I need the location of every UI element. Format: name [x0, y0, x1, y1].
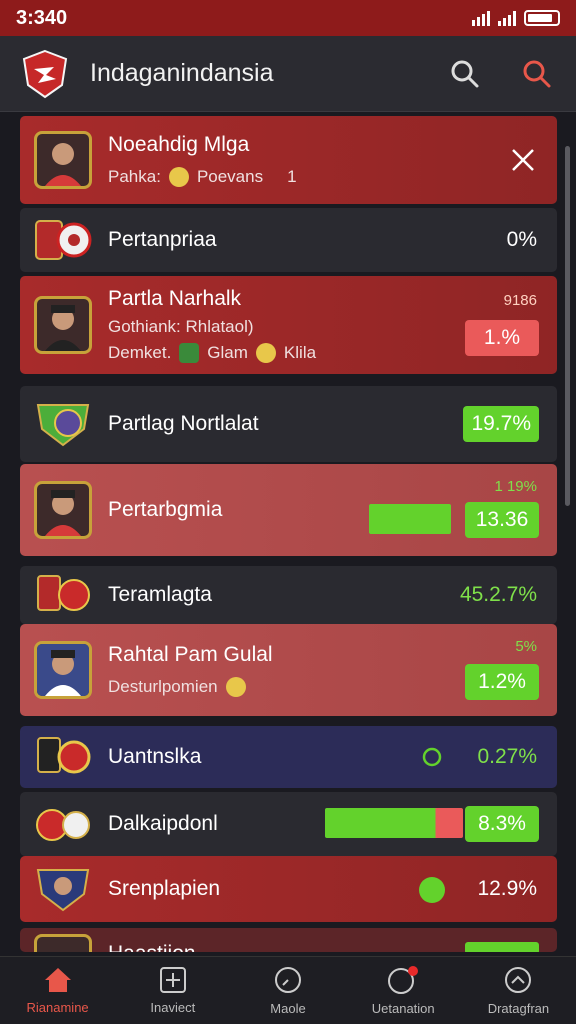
list-item[interactable]: Srenplapien 12.9%: [20, 856, 557, 922]
list-item[interactable]: Pertanpriaa 0%: [20, 208, 557, 272]
list-item[interactable]: Dalkaipdonl 8.3%: [20, 792, 557, 856]
item-name: Pertanpriaa: [108, 228, 217, 251]
avatar: [34, 131, 92, 189]
item-value: 45.2.7%: [459, 583, 537, 606]
item-count: 1: [287, 167, 297, 186]
avatar: [34, 934, 92, 952]
item-name: Teramlagta: [108, 583, 212, 606]
item-subtitle: Gothiank: Rhlataol): [108, 317, 254, 336]
nav-dashboard[interactable]: Dratagfran: [461, 957, 576, 1024]
item-name: Dalkaipdonl: [108, 812, 218, 835]
item-subtitle: Desturlpomien: [108, 677, 273, 697]
coin-icon: [255, 343, 276, 363]
nav-clock[interactable]: Maole: [230, 957, 345, 1024]
scrollbar[interactable]: [565, 146, 570, 506]
item-label: Glam: [207, 343, 248, 362]
nav-add[interactable]: Inaviect: [115, 957, 230, 1024]
item-label: Klila: [283, 343, 317, 362]
search-button[interactable]: [448, 57, 482, 91]
status-time: 3:340: [16, 6, 68, 29]
item-name: Partla Narhalk: [108, 287, 242, 310]
item-detail: Demket. Glam Klila: [108, 343, 316, 363]
bottom-nav: Rianamine Inaviect Maole Uetanation Drat…: [0, 956, 576, 1024]
nav-home[interactable]: Rianamine: [0, 957, 115, 1024]
list-item[interactable]: Haastiion: [20, 928, 557, 952]
item-name: Rahtal Pam Gulal: [108, 643, 273, 666]
coin-icon: [225, 677, 246, 697]
app-bar: Indaganindansia: [0, 36, 576, 112]
progress-bar: [325, 808, 463, 838]
signal-icon: [472, 10, 490, 26]
item-name: Srenplapien: [108, 877, 221, 900]
progress-bar: [369, 504, 451, 534]
add-box-icon: [159, 967, 186, 993]
avatar: [34, 481, 92, 539]
item-label: Desturlpomien: [108, 677, 218, 696]
item-name: Partlag Nortlalat: [108, 412, 259, 435]
item-label: Pahka:: [108, 167, 161, 186]
nav-label: Uetanation: [371, 1001, 435, 1016]
item-value: 0%: [506, 228, 537, 251]
item-value: 13.36: [465, 502, 539, 538]
club-crest-icon: [36, 869, 90, 912]
list-item[interactable]: Noeahdig Mlga Pahka: Poevans 1: [20, 116, 557, 204]
list-item[interactable]: Pertarbgmia 1 19% 13.36: [20, 464, 557, 556]
wifi-icon: [498, 10, 516, 26]
item-label: Demket.: [108, 343, 172, 362]
search-icon: [523, 60, 551, 87]
search-icon: [451, 60, 479, 87]
club-crest-icon: [36, 404, 90, 447]
item-value-bar: [465, 942, 539, 952]
item-value: 0.27%: [477, 745, 537, 768]
avatar: [34, 641, 92, 699]
status-bar: 3:340: [0, 0, 576, 36]
status-dot-icon: [419, 877, 445, 903]
search-alt-button[interactable]: [520, 57, 554, 91]
list-item[interactable]: Teramlagta 45.2.7%: [20, 566, 557, 624]
app-title: Indaganindansia: [90, 59, 274, 87]
nav-label: Inaviect: [150, 1000, 196, 1015]
list-item[interactable]: Uantnslka 0.27%: [20, 726, 557, 788]
header-actions: [448, 57, 554, 91]
badge-icon: [179, 343, 200, 363]
trend-indicator: 9186: [503, 292, 537, 309]
club-crest-icon: [35, 220, 92, 260]
item-value: 1.%: [465, 320, 539, 356]
item-value: 8.3%: [465, 806, 539, 842]
battery-icon: [524, 10, 560, 26]
list-item[interactable]: Partla Narhalk Gothiank: Rhlataol) Demke…: [20, 276, 557, 374]
club-crest-icon: [37, 575, 90, 611]
item-label: Poevans: [196, 167, 264, 186]
dashboard-icon: [505, 967, 532, 993]
notification-icon: [388, 966, 419, 994]
list-item[interactable]: Partlag Nortlalat 19.7%: [20, 386, 557, 462]
item-name: Haastiion: [108, 942, 196, 952]
coin-icon: [168, 167, 189, 187]
item-name: Pertarbgmia: [108, 498, 223, 521]
close-icon[interactable]: [511, 148, 535, 172]
trend-indicator: 1 19%: [494, 478, 537, 495]
refresh-icon[interactable]: [421, 746, 443, 768]
nav-label: Dratagfran: [487, 1001, 550, 1016]
nav-label: Maole: [270, 1001, 306, 1016]
item-value: 12.9%: [477, 877, 537, 900]
item-subtitle: Pahka: Poevans 1: [108, 167, 297, 187]
item-value: 1.2%: [465, 664, 539, 700]
item-value: 19.7%: [463, 406, 539, 442]
clock-icon: [275, 967, 301, 993]
trend-indicator: 5%: [515, 638, 537, 655]
list-item[interactable]: Rahtal Pam Gulal Desturlpomien 5% 1.2%: [20, 624, 557, 716]
item-name: Uantnslka: [108, 745, 202, 768]
item-name: Noeahdig Mlga: [108, 133, 250, 156]
nav-notifications[interactable]: Uetanation: [346, 957, 461, 1024]
home-icon: [44, 968, 71, 992]
app-logo: [22, 49, 68, 98]
status-icons: [472, 10, 560, 26]
avatar: [34, 296, 92, 354]
nav-label: Rianamine: [26, 1000, 89, 1015]
club-crest-icon: [37, 737, 91, 774]
club-crest-icon: [36, 809, 90, 841]
